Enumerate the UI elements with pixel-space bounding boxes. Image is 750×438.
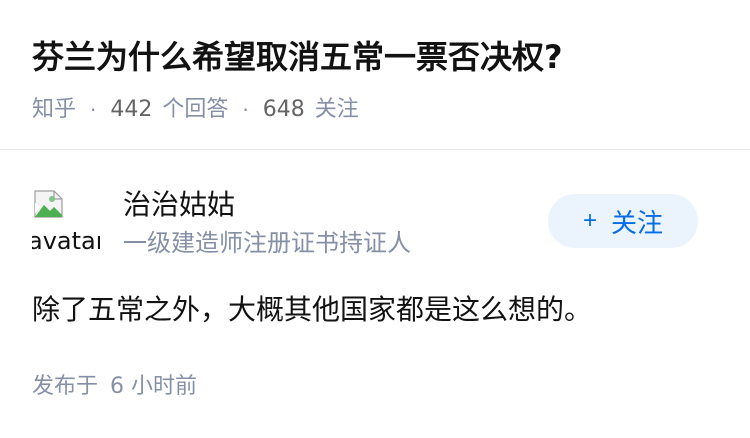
followers-count: 648 bbox=[262, 97, 305, 122]
publish-info: 发布于 6 小时前 bbox=[32, 371, 197, 403]
answer-content[interactable]: 除了五常之外，大概其他国家都是这么想的。 bbox=[32, 289, 592, 331]
follow-button[interactable]: + 关注 bbox=[548, 194, 698, 248]
author-bio: 一级建造师注册证书持证人 bbox=[123, 229, 411, 257]
published-time: 6 小时前 bbox=[110, 374, 198, 399]
question-title[interactable]: 芬兰为什么希望取消五常一票否决权? bbox=[32, 34, 563, 80]
follow-button-label: 关注 bbox=[611, 207, 664, 238]
author-name[interactable]: 治治姑姑 bbox=[123, 187, 235, 223]
answers-label: 个回答 bbox=[162, 97, 229, 122]
source-label[interactable]: 知乎 bbox=[32, 94, 76, 126]
plus-icon: + bbox=[582, 207, 597, 234]
question-meta: 知乎 · 442 个回答 · 648 关注 bbox=[32, 94, 359, 126]
avatar-alt-text: avatar bbox=[32, 227, 100, 255]
meta-separator: · bbox=[242, 98, 249, 122]
question-header: 芬兰为什么希望取消五常一票否决权? 知乎 · 442 个回答 · 648 关注 bbox=[0, 0, 750, 150]
published-label: 发布于 bbox=[32, 374, 99, 399]
meta-separator: · bbox=[90, 98, 97, 122]
followers-label: 关注 bbox=[314, 97, 359, 122]
broken-image-icon bbox=[34, 190, 63, 218]
answers-count: 442 bbox=[110, 97, 153, 122]
answer-card: avatar 治治姑姑 一级建造师注册证书持证人 + 关注 除了五常之外，大概其… bbox=[0, 151, 750, 438]
avatar[interactable]: avatar bbox=[32, 187, 100, 255]
